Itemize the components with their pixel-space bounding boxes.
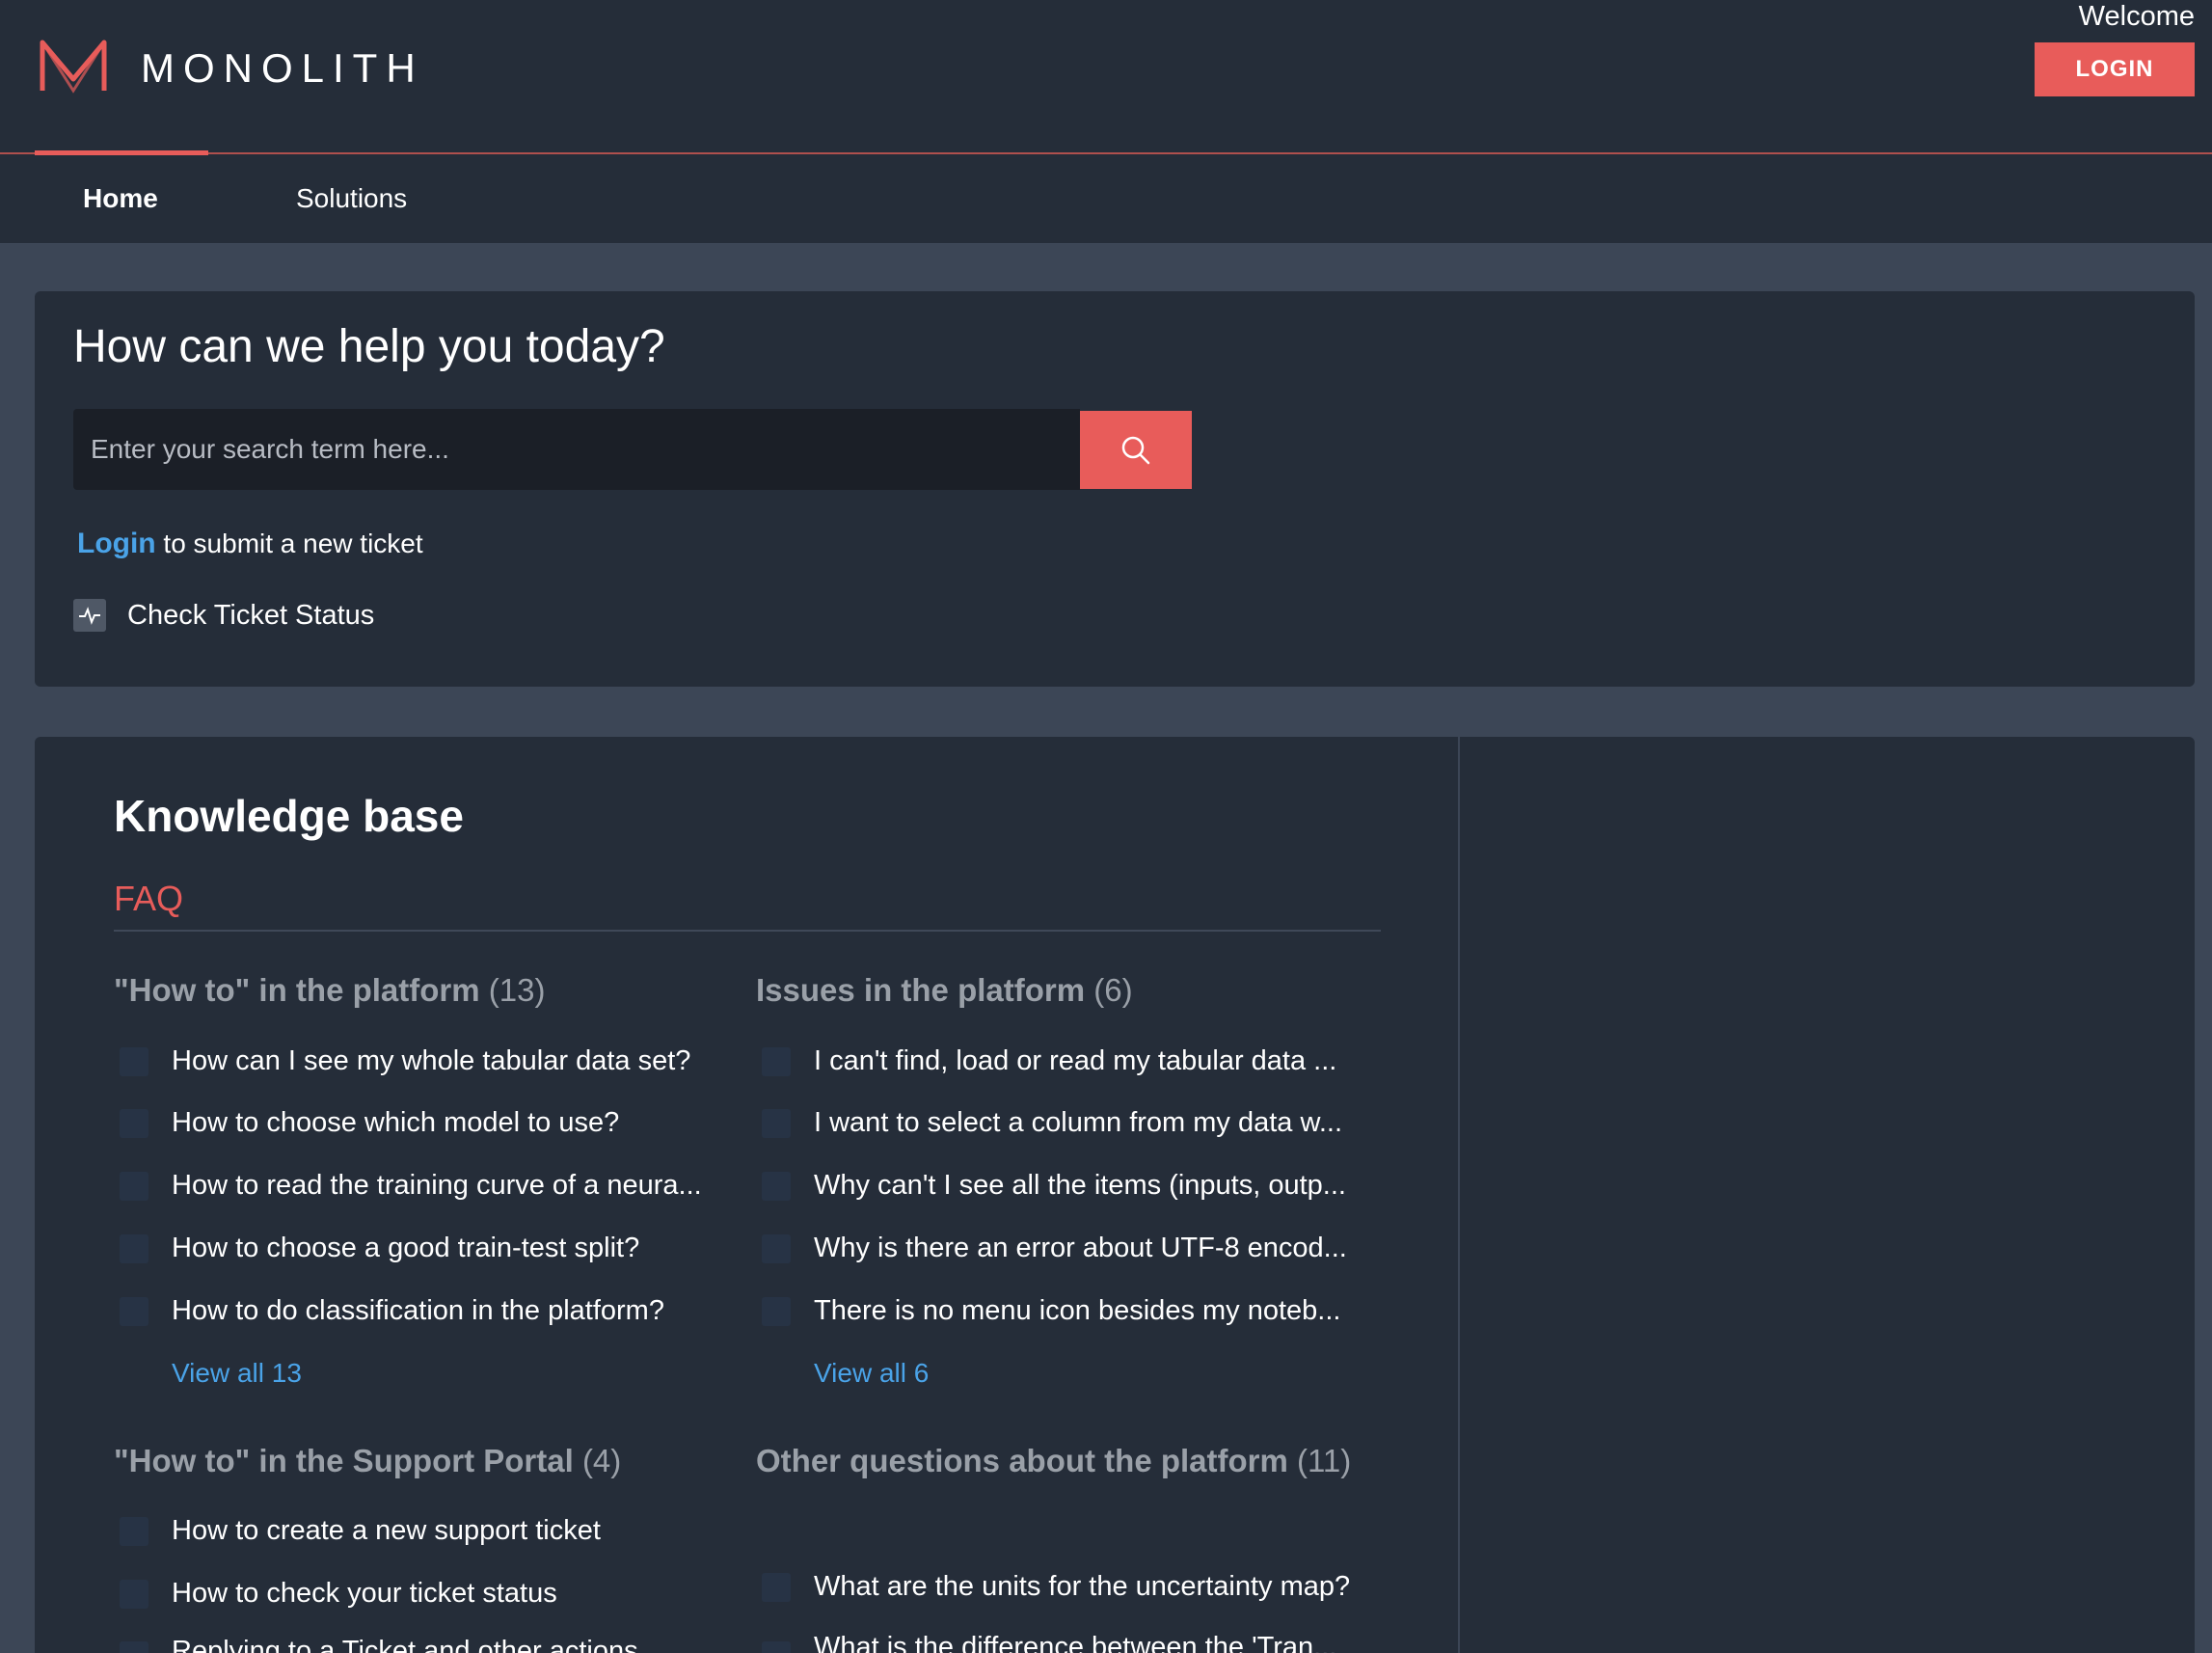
article-link[interactable]: Why is there an error about UTF-8 encod.… (814, 1229, 1347, 1267)
article-icon (120, 1580, 148, 1609)
article-icon (762, 1641, 791, 1653)
faq-divider (114, 930, 1381, 932)
article-link[interactable]: Replying to a Ticket and other actions (172, 1632, 638, 1653)
active-tab-indicator (35, 150, 208, 155)
article-link[interactable]: There is no menu icon besides my noteb..… (814, 1291, 1340, 1330)
article-link[interactable]: How to check your ticket status (172, 1574, 557, 1612)
search-icon (1121, 436, 1150, 464)
help-title: How can we help you today? (73, 321, 665, 372)
article-icon (762, 1234, 791, 1263)
category-title[interactable]: Other questions about the platform (11) (756, 1433, 1354, 1489)
search-button[interactable] (1080, 411, 1192, 489)
check-ticket-status-label: Check Ticket Status (127, 600, 375, 631)
welcome-text: Welcome (2078, 1, 2195, 32)
category-name: Other questions about the platform (756, 1443, 1288, 1478)
category-count: (4) (581, 1443, 622, 1478)
article-link[interactable]: How to choose a good train-test split? (172, 1229, 639, 1267)
view-all-link[interactable]: View all 6 (814, 1354, 929, 1393)
category-name: "How to" in the platform (114, 972, 480, 1008)
article-link[interactable]: What is the difference between the 'Tran… (814, 1628, 1336, 1653)
article-icon (762, 1297, 791, 1326)
article-icon (762, 1109, 791, 1138)
article-link[interactable]: How to read the training curve of a neur… (172, 1166, 702, 1205)
view-all-link[interactable]: View all 13 (172, 1354, 302, 1393)
login-link[interactable]: Login (77, 528, 156, 559)
article-icon (762, 1172, 791, 1201)
article-link[interactable]: What are the units for the uncertainty m… (814, 1567, 1350, 1606)
search-input[interactable] (73, 409, 1080, 490)
tab-home[interactable]: Home (83, 181, 158, 216)
article-icon (120, 1641, 148, 1653)
knowledge-base-title: Knowledge base (114, 791, 464, 841)
article-link[interactable]: How to create a new support ticket (172, 1511, 601, 1550)
category-name: "How to" in the Support Portal (114, 1443, 574, 1478)
article-icon (120, 1047, 148, 1076)
article-icon (762, 1047, 791, 1076)
brand-name[interactable]: MONOLITH (141, 42, 424, 95)
category-count: (13) (488, 972, 546, 1008)
article-icon (120, 1172, 148, 1201)
category-title[interactable]: "How to" in the Support Portal (4) (114, 1433, 621, 1489)
tab-solutions[interactable]: Solutions (296, 181, 407, 216)
category-count: (11) (1297, 1443, 1352, 1478)
article-link[interactable]: I want to select a column from my data w… (814, 1103, 1342, 1142)
check-ticket-status-link[interactable]: Check Ticket Status (73, 598, 374, 633)
article-icon (762, 1573, 791, 1602)
category-name: Issues in the platform (756, 972, 1086, 1008)
login-prompt: Login to submit a new ticket (77, 525, 423, 563)
article-link[interactable]: How to do classification in the platform… (172, 1291, 664, 1330)
faq-section-title[interactable]: FAQ (114, 876, 183, 922)
article-link[interactable]: How can I see my whole tabular data set? (172, 1042, 690, 1080)
category-title[interactable]: "How to" in the platform (13) (114, 962, 545, 1018)
article-link[interactable]: How to choose which model to use? (172, 1103, 619, 1142)
article-icon (120, 1234, 148, 1263)
article-link[interactable]: Why can't I see all the items (inputs, o… (814, 1166, 1346, 1205)
article-icon (120, 1109, 148, 1138)
article-icon (120, 1517, 148, 1546)
login-prompt-text: to submit a new ticket (163, 528, 423, 558)
article-icon (120, 1297, 148, 1326)
category-title[interactable]: Issues in the platform (6) (756, 962, 1133, 1018)
monolith-logo-icon[interactable] (39, 37, 108, 96)
activity-icon (73, 599, 106, 632)
category-count: (6) (1093, 972, 1133, 1008)
login-button[interactable]: LOGIN (2035, 42, 2195, 96)
panel-divider (1458, 737, 1460, 1653)
article-link[interactable]: I can't find, load or read my tabular da… (814, 1042, 1336, 1080)
